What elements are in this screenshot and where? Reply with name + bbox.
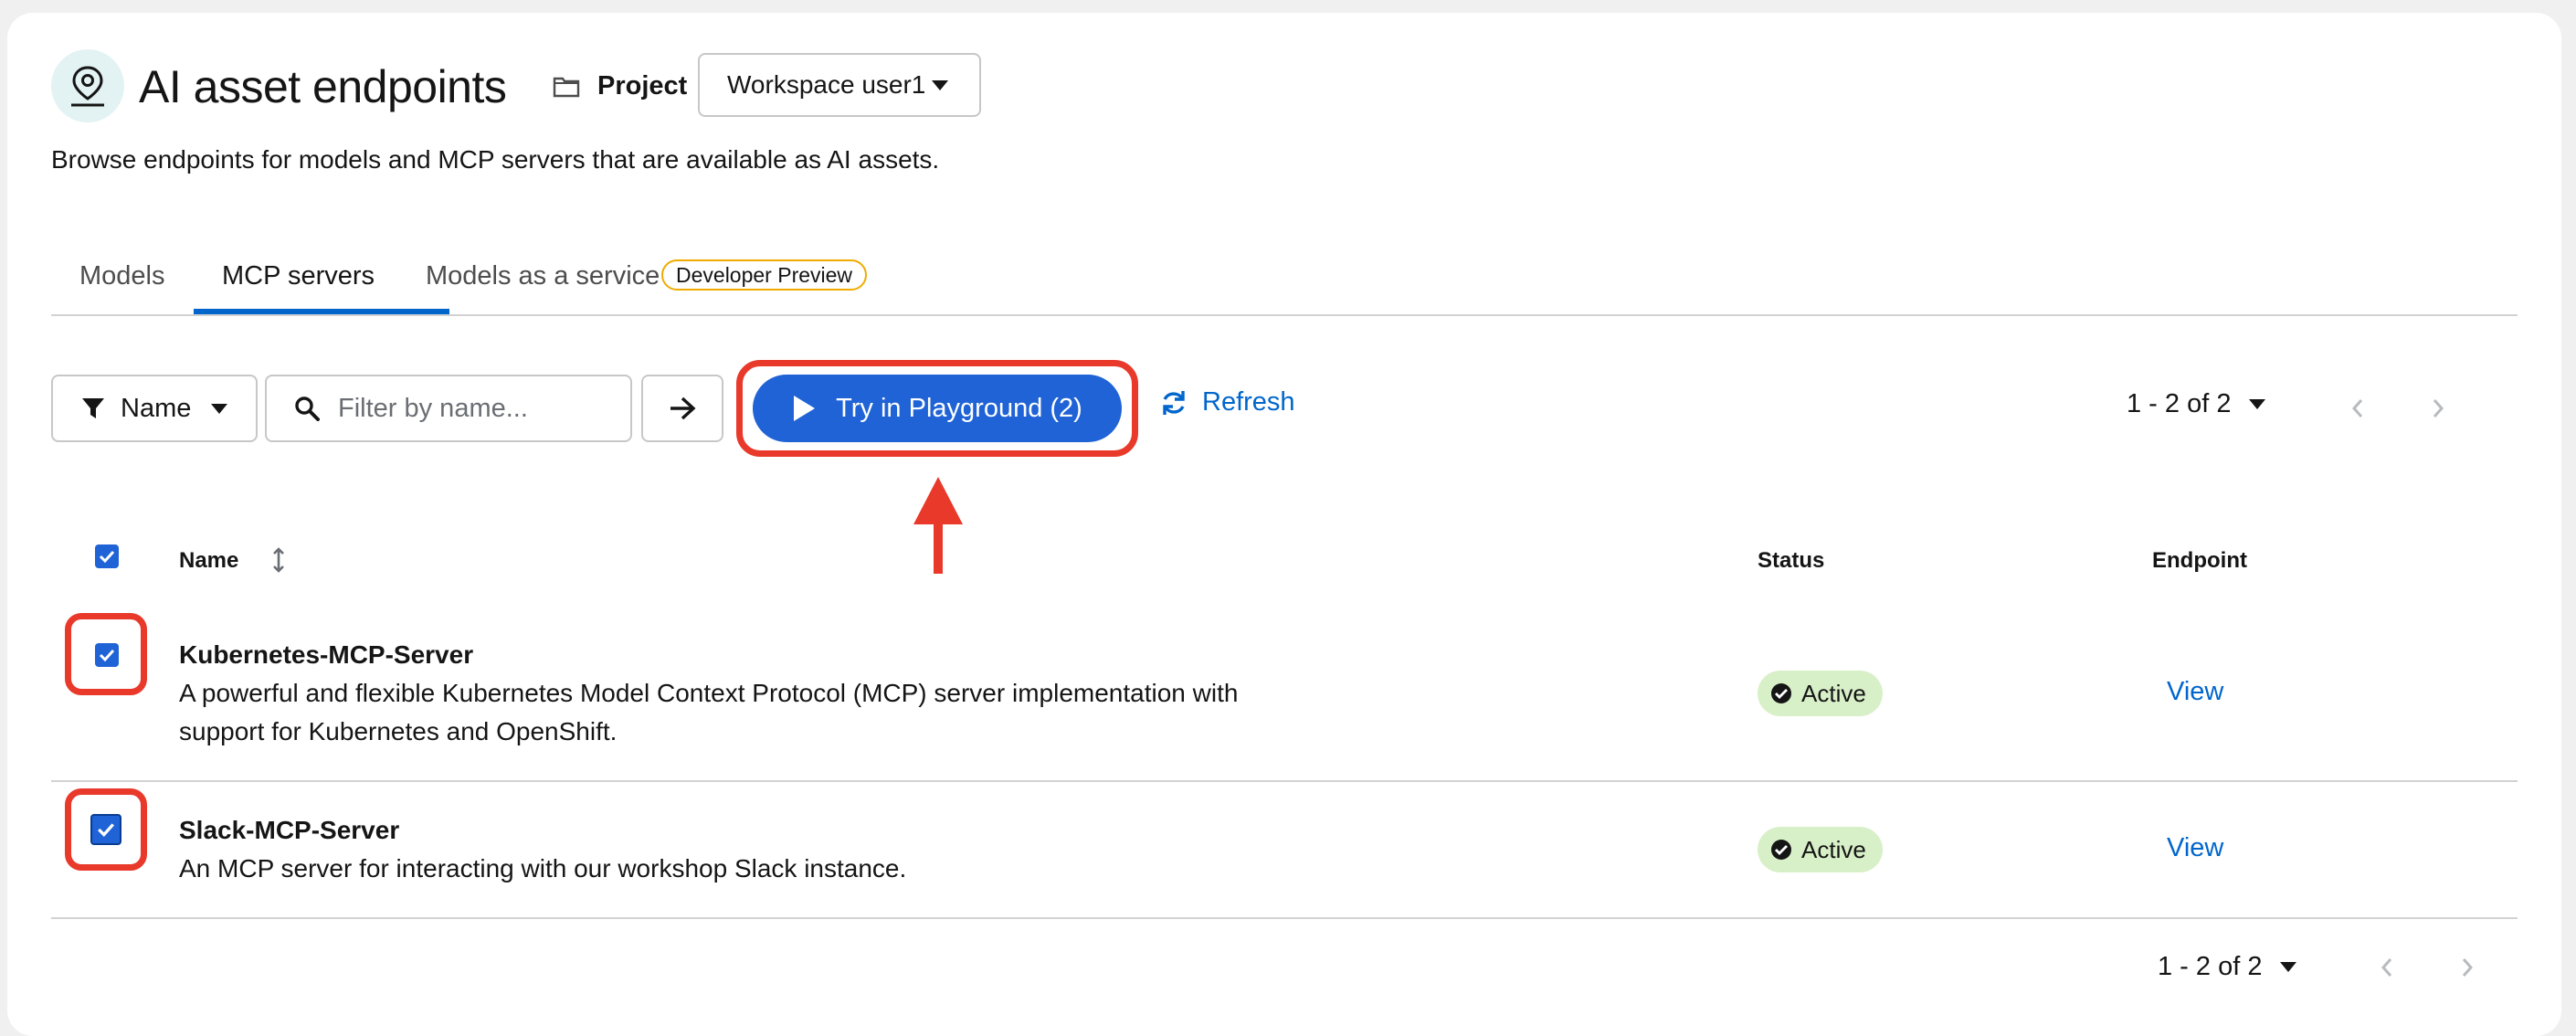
status-label: Active <box>1801 679 1866 707</box>
project-label: Project <box>597 71 688 100</box>
developer-preview-badge: Developer Preview <box>661 259 868 291</box>
status-badge: Active <box>1758 827 1883 872</box>
chevron-left-icon <box>2351 399 2363 418</box>
status-badge: Active <box>1758 671 1883 716</box>
caret-down-icon <box>211 403 228 414</box>
chevron-left-icon <box>2381 958 2392 977</box>
pagination-range-bottom: 1 - 2 of 2 <box>2158 952 2263 981</box>
try-in-playground-button[interactable]: Try in Playground (2) <box>753 375 1122 442</box>
try-in-playground-label: Try in Playground (2) <box>836 393 1082 423</box>
folder-icon <box>552 71 581 100</box>
page-title: AI asset endpoints <box>139 61 507 112</box>
chevron-right-icon <box>2433 399 2444 418</box>
pagination-next-button-top[interactable] <box>2424 395 2452 422</box>
tab-mcp-servers[interactable]: MCP servers <box>222 258 375 294</box>
refresh-button[interactable]: Refresh <box>1160 387 1295 418</box>
row-description: An MCP server for interacting with our w… <box>179 854 907 883</box>
column-header-status: Status <box>1758 548 1825 573</box>
table-bottom-divider <box>51 917 2518 919</box>
annotation-arrow <box>912 475 965 580</box>
column-header-endpoint: Endpoint <box>2152 548 2247 573</box>
refresh-label: Refresh <box>1202 387 1295 417</box>
caret-down-icon <box>932 79 948 90</box>
row-checkbox[interactable] <box>95 643 119 667</box>
tab-bar: Models MCP servers Models as a service D… <box>51 245 2518 316</box>
active-tab-indicator <box>194 309 449 314</box>
row-divider <box>51 780 2518 782</box>
chevron-right-icon <box>2462 958 2474 977</box>
check-circle-icon <box>1771 840 1791 860</box>
refresh-icon <box>1163 390 1185 415</box>
pagination-next-button-bottom[interactable] <box>2454 954 2481 981</box>
row-description: A powerful and flexible Kubernetes Model… <box>179 679 1239 707</box>
arrow-right-icon <box>670 396 696 420</box>
caret-down-icon <box>2249 399 2266 409</box>
row-name: Slack-MCP-Server <box>179 816 400 844</box>
filter-attribute-value: Name <box>121 393 192 423</box>
search-input[interactable] <box>336 392 614 425</box>
search-field[interactable] <box>265 375 632 442</box>
pagination-prev-button-top[interactable] <box>2344 395 2371 422</box>
search-submit-button[interactable] <box>641 375 723 442</box>
view-endpoint-link[interactable]: View <box>2167 677 2223 707</box>
pagination-toggle-top[interactable]: 1 - 2 of 2 <box>2127 389 2266 419</box>
sort-icon[interactable] <box>270 546 287 578</box>
tab-models-as-a-service[interactable]: Models as a service <box>426 258 660 294</box>
project-select[interactable]: Workspace user1 <box>698 53 981 117</box>
page-description: Browse endpoints for models and MCP serv… <box>51 145 940 174</box>
select-all-checkbox[interactable] <box>95 544 119 568</box>
filter-icon <box>82 398 104 418</box>
checkmark-icon <box>99 550 115 563</box>
status-label: Active <box>1801 835 1866 863</box>
checkmark-icon <box>99 649 115 661</box>
play-icon <box>794 396 816 421</box>
checkmark-icon <box>98 823 115 837</box>
row-checkbox[interactable] <box>90 814 121 845</box>
project-select-value: Workspace user1 <box>727 70 926 99</box>
pagination-prev-button-bottom[interactable] <box>2373 954 2401 981</box>
filter-attribute-select[interactable]: Name <box>51 375 258 442</box>
row-name: Kubernetes-MCP-Server <box>179 640 474 669</box>
view-endpoint-link[interactable]: View <box>2167 833 2223 863</box>
caret-down-icon <box>2280 962 2297 972</box>
ai-asset-location-icon <box>51 49 124 122</box>
column-header-name[interactable]: Name <box>179 545 238 576</box>
pagination-toggle-bottom[interactable]: 1 - 2 of 2 <box>2158 952 2297 982</box>
tab-models[interactable]: Models <box>79 258 165 294</box>
search-icon <box>295 396 320 421</box>
row-description: support for Kubernetes and OpenShift. <box>179 717 618 745</box>
pagination-range-top: 1 - 2 of 2 <box>2127 389 2232 418</box>
check-circle-icon <box>1771 683 1791 703</box>
